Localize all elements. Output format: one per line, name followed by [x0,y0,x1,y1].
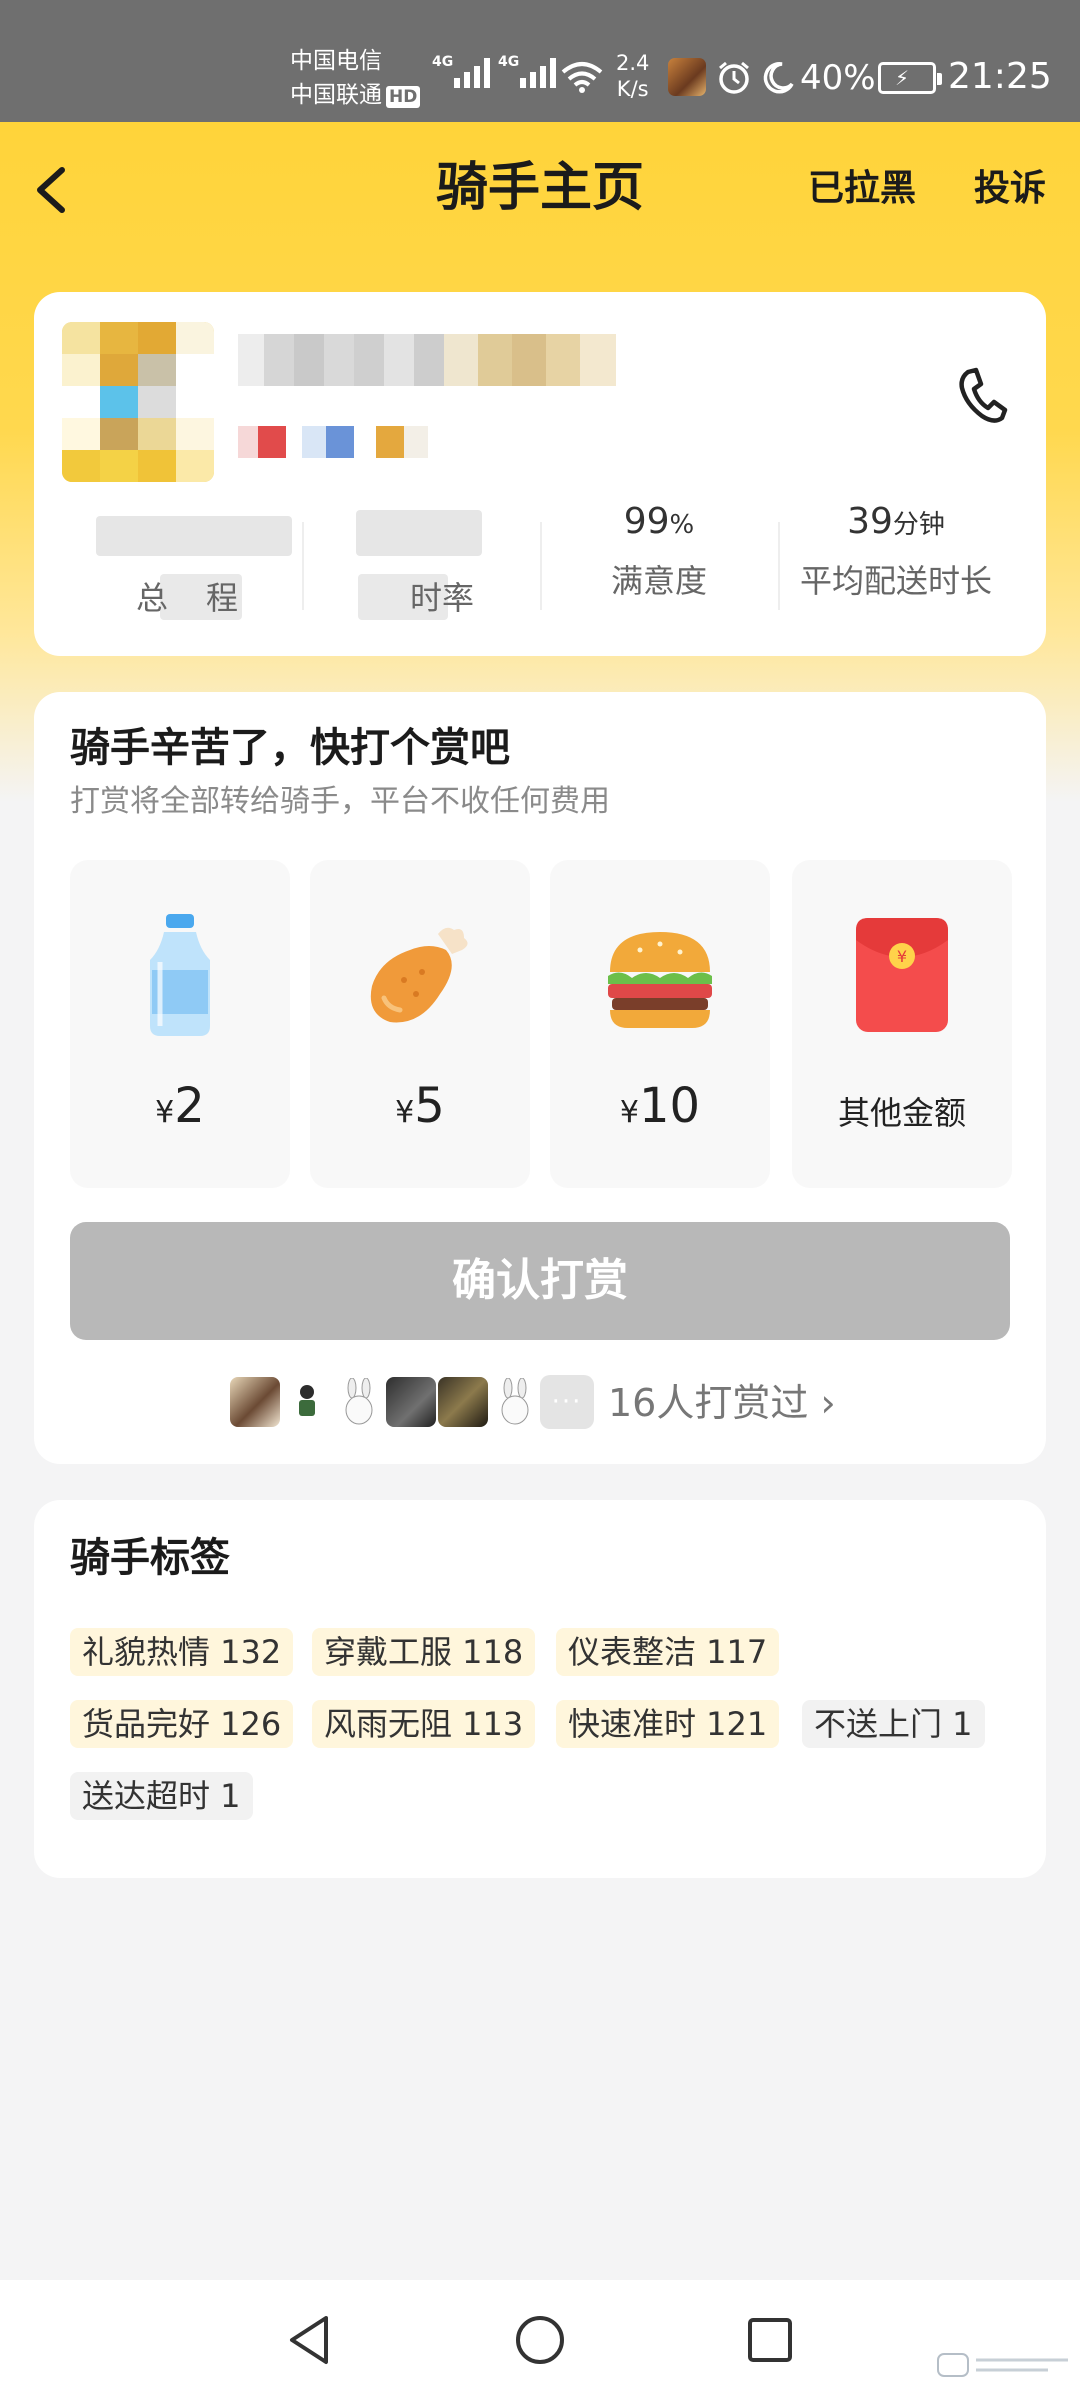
carrier-1: 中国电信 [290,48,382,74]
tip-subtitle: 打赏将全部转给骑手，平台不收任何费用 [70,784,610,819]
app-notification-icon [668,58,706,96]
envelope-currency-symbol: ¥ [897,947,907,966]
stat-value-blurred [96,516,292,556]
tipper-avatar [436,1375,490,1429]
stat-divider [540,522,542,610]
tip-option-2[interactable]: ¥2 [70,860,290,1188]
tipper-avatars: ··· [228,1374,594,1430]
site-watermark-logo [937,2353,1068,2377]
rider-badges-blurred [238,426,458,458]
chicken-leg-icon [370,927,468,1023]
tip-option-5[interactable]: ¥5 [310,860,530,1188]
wifi-icon [561,62,603,93]
hd-badge: HD [386,86,421,108]
status-bar: 中国电信 中国联通 HD 4G 4G 2.4 K/s 40% ⚡ 21:25 [0,0,1080,122]
signal-1-icon: 4G [432,54,490,88]
do-not-disturb-moon-icon [763,62,794,94]
nav-home-icon[interactable] [510,2310,570,2370]
stat-label-fragment: 时率 [410,579,475,617]
tipper-avatar [228,1375,282,1429]
phone-call-icon[interactable] [954,364,1008,426]
system-nav-bar [0,2280,1080,2400]
rider-tag: 穿戴工服 118 [312,1628,536,1676]
tipper-avatar [332,1375,386,1429]
stat-divider [302,522,304,610]
nav-back-icon[interactable] [280,2310,340,2370]
tipper-avatar [280,1375,334,1429]
stat-label-fragment: 总 [136,579,169,617]
other-amount-label: 其他金额 [837,1094,966,1132]
stat-value-blurred [356,510,482,556]
rider-tag: 仪表整洁 117 [556,1628,780,1676]
more-tippers-icon: ··· [540,1375,594,1429]
tipper-avatar [384,1375,438,1429]
alarm-icon [719,61,749,94]
carrier-2: 中国联通 [290,82,382,108]
tags-title: 骑手标签 [70,1535,230,1581]
tip-option-10[interactable]: ¥10 [550,860,770,1188]
stat-label-fragment: 程 [206,579,239,617]
tippers-count-link[interactable]: 16人打赏过 › [608,1378,836,1428]
rider-name-blurred [238,334,618,386]
burger-icon [608,932,712,1028]
rider-tag-negative: 送达超时 1 [70,1772,253,1820]
water-bottle-icon [150,914,210,1036]
rider-tag: 礼貌热情 132 [70,1628,294,1676]
stat-satisfaction: 99% 满意度 [610,501,707,600]
blocked-button[interactable]: 已拉黑 [808,166,916,212]
page-title: 骑手主页 [435,158,644,218]
rider-tag: 快速准时 121 [556,1700,780,1748]
complain-button[interactable]: 投诉 [974,166,1046,212]
rider-tag: 风雨无阻 113 [312,1700,536,1748]
nav-recents-icon[interactable] [740,2310,800,2370]
rider-tag-negative: 不送上门 1 [802,1700,985,1748]
signal-2-icon: 4G [498,54,556,88]
confirm-tip-button[interactable]: 确认打赏 [70,1222,1010,1340]
tipper-avatar [488,1375,542,1429]
battery-charging-icon: ⚡ [878,62,942,94]
network-speed: 2.4 K/s [616,51,650,101]
rider-tag: 货品完好 126 [70,1700,294,1748]
carrier-names: 中国电信 中国联通 HD [290,44,421,112]
red-envelope-icon: ¥ [856,918,948,1032]
tip-title: 骑手辛苦了，快打个赏吧 [70,725,510,771]
battery-percent: 40% [800,58,876,98]
clock: 21:25 [948,56,1052,97]
tip-option-other[interactable]: ¥ 其他金额 [792,860,1012,1188]
rider-avatar [62,322,214,482]
chevron-right-icon: › [820,1381,836,1425]
top-nav: 骑手主页 已拉黑 投诉 [0,122,1080,254]
stat-avg-delivery-time: 39分钟 平均配送时长 [799,501,992,600]
